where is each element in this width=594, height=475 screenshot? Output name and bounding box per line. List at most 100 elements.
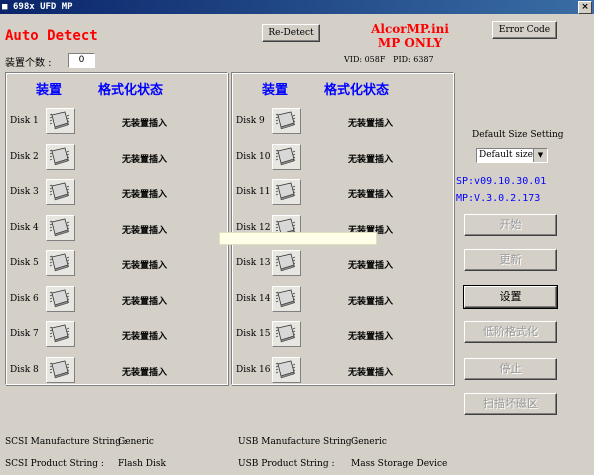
flash-chip-icon [46, 250, 75, 276]
ini-notice: AlcorMP.ini MP ONLY [360, 22, 460, 50]
disk-status: 无装置插入 [348, 190, 394, 200]
stop-button[interactable]: 停止 [464, 358, 557, 380]
vid-label: VID: 058F [344, 55, 386, 64]
sp-version-label: SP:v09.10.30.01 [456, 176, 547, 187]
flash-chip-icon [46, 108, 75, 134]
disk-row: Disk 9 无装置插入 [232, 105, 453, 141]
flash-chip-icon [272, 321, 301, 347]
usb-manufacture-value: Generic [351, 437, 387, 447]
disk-status: 无装置插入 [122, 225, 168, 236]
start-button[interactable]: 开始 [464, 214, 557, 236]
scsi-manufacture-label: SCSI Manufacture String : [5, 437, 127, 447]
disk-label: Disk 11 [236, 187, 271, 197]
redetect-button[interactable]: Re-Detect [262, 24, 320, 42]
disk-label: Disk 4 [10, 222, 39, 233]
column-header-format-status: 格式化状态 [98, 83, 164, 98]
disk-status: 无装置插入 [122, 154, 168, 165]
pid-label: PID: 6387 [393, 55, 434, 64]
default-size-value: Default size [479, 150, 533, 160]
disk-row: Disk 14 无装置插入 [232, 283, 453, 319]
disk-label: Disk 13 [236, 258, 271, 268]
disk-status: 无装置插入 [122, 261, 168, 271]
disk-label: Disk 2 [10, 151, 39, 162]
auto-detect-label: Auto Detect [5, 28, 98, 44]
disk-row: Disk 2 无装置插入 [6, 141, 227, 177]
column-header-format-status: 格式化状态 [324, 83, 390, 98]
scsi-product-value: Flash Disk [118, 459, 166, 469]
disk-row: Disk 13 无装置插入 [232, 247, 453, 283]
device-count-field: 0 [68, 53, 95, 68]
flash-chip-icon [272, 179, 301, 205]
flash-chip-icon [272, 285, 301, 312]
default-size-select[interactable]: Default size ▼ [476, 148, 548, 163]
mp-version-label: MP:V.3.0.2.173 [456, 193, 541, 204]
vid-pid-info: VID: 058F PID: 6387 [344, 55, 434, 64]
disk-row: Disk 10 无装置插入 [232, 141, 453, 177]
default-size-label: Default Size Setting [472, 130, 564, 140]
disk-status: 无装置插入 [348, 332, 394, 342]
disk-panel-left: 装置 格式化状态 Disk 1 无装置插入 Disk 2 无装置插入 Disk 3 无装置… [5, 72, 228, 385]
disk-label: Disk 16 [236, 364, 271, 375]
usb-product-label: USB Product String : [238, 459, 335, 469]
disk-label: Disk 12 [236, 222, 271, 233]
app-icon: ■ [2, 2, 8, 12]
disk-row: Disk 1 无装置插入 [6, 105, 227, 141]
device-count-label: 装置个数 : [5, 58, 52, 69]
disk-status: 无装置插入 [122, 296, 168, 307]
disk-label: Disk 7 [10, 329, 39, 339]
disk-row: Disk 7 无装置插入 [6, 318, 227, 354]
flash-chip-icon [272, 356, 301, 383]
usb-manufacture-label: USB Manufacture String : [238, 437, 358, 447]
mp-only-label: MP ONLY [377, 36, 443, 50]
flash-chip-icon [46, 356, 75, 383]
disk-status: 无装置插入 [122, 332, 168, 342]
flash-chip-icon [46, 285, 75, 312]
disk-label: Disk 8 [10, 364, 39, 375]
error-code-button[interactable]: Error Code [492, 21, 557, 39]
disk-status: 无装置插入 [122, 367, 168, 378]
ini-filename: AlcorMP.ini [371, 22, 449, 36]
disk-row: Disk 15 无装置插入 [232, 318, 453, 354]
column-header-device: 装置 [262, 83, 289, 98]
low-level-format-button[interactable]: 低阶格式化 [464, 321, 557, 343]
disk-status: 无装置插入 [348, 296, 394, 307]
disk-status: 无装置插入 [122, 190, 168, 200]
flash-chip-icon [272, 143, 301, 170]
disk-status: 无装置插入 [348, 261, 394, 271]
disk-label: Disk 1 [10, 116, 39, 126]
disk-label: Disk 15 [236, 329, 271, 339]
column-header-device: 装置 [36, 83, 63, 98]
flash-chip-icon [46, 143, 75, 170]
disk-row: Disk 4 无装置插入 [6, 212, 227, 248]
scsi-manufacture-value: Generic [118, 437, 154, 447]
flash-chip-icon [46, 321, 75, 347]
scsi-product-label: SCSI Product String : [5, 459, 104, 469]
settings-button[interactable]: 设置 [463, 285, 558, 309]
disk-label: Disk 10 [236, 151, 271, 162]
disk-label: Disk 6 [10, 293, 39, 304]
title-bar: ■ 698x UFD MP × [0, 0, 594, 14]
disk-panel-right: 装置 格式化状态 Disk 9 无装置插入 Disk 10 无装置插入 Disk 11 无… [231, 72, 454, 385]
disk-row: Disk 8 无装置插入 [6, 354, 227, 390]
dropdown-arrow-icon[interactable]: ▼ [533, 149, 547, 162]
usb-product-value: Mass Storage Device [351, 459, 448, 469]
disk-row: Disk 16 无装置插入 [232, 354, 453, 390]
disk-label: Disk 3 [10, 187, 39, 197]
disk-row: Disk 6 无装置插入 [6, 283, 227, 319]
window-title: 698x UFD MP [13, 2, 73, 12]
disk-row: Disk 11 无装置插入 [232, 176, 453, 212]
flash-chip-icon [46, 179, 75, 205]
disk-status: 无装置插入 [348, 119, 394, 129]
scan-bad-sectors-button[interactable]: 扫描坏磁区 [464, 393, 557, 415]
tooltip-box [219, 232, 377, 245]
disk-status: 无装置插入 [348, 154, 394, 165]
disk-status: 无装置插入 [122, 119, 168, 129]
flash-chip-icon [46, 214, 75, 241]
refresh-button[interactable]: 更新 [464, 249, 557, 271]
close-button[interactable]: × [578, 1, 592, 14]
flash-chip-icon [272, 250, 301, 276]
disk-row: Disk 3 无装置插入 [6, 176, 227, 212]
flash-chip-icon [272, 108, 301, 134]
disk-label: Disk 5 [10, 258, 39, 268]
disk-row: Disk 5 无装置插入 [6, 247, 227, 283]
